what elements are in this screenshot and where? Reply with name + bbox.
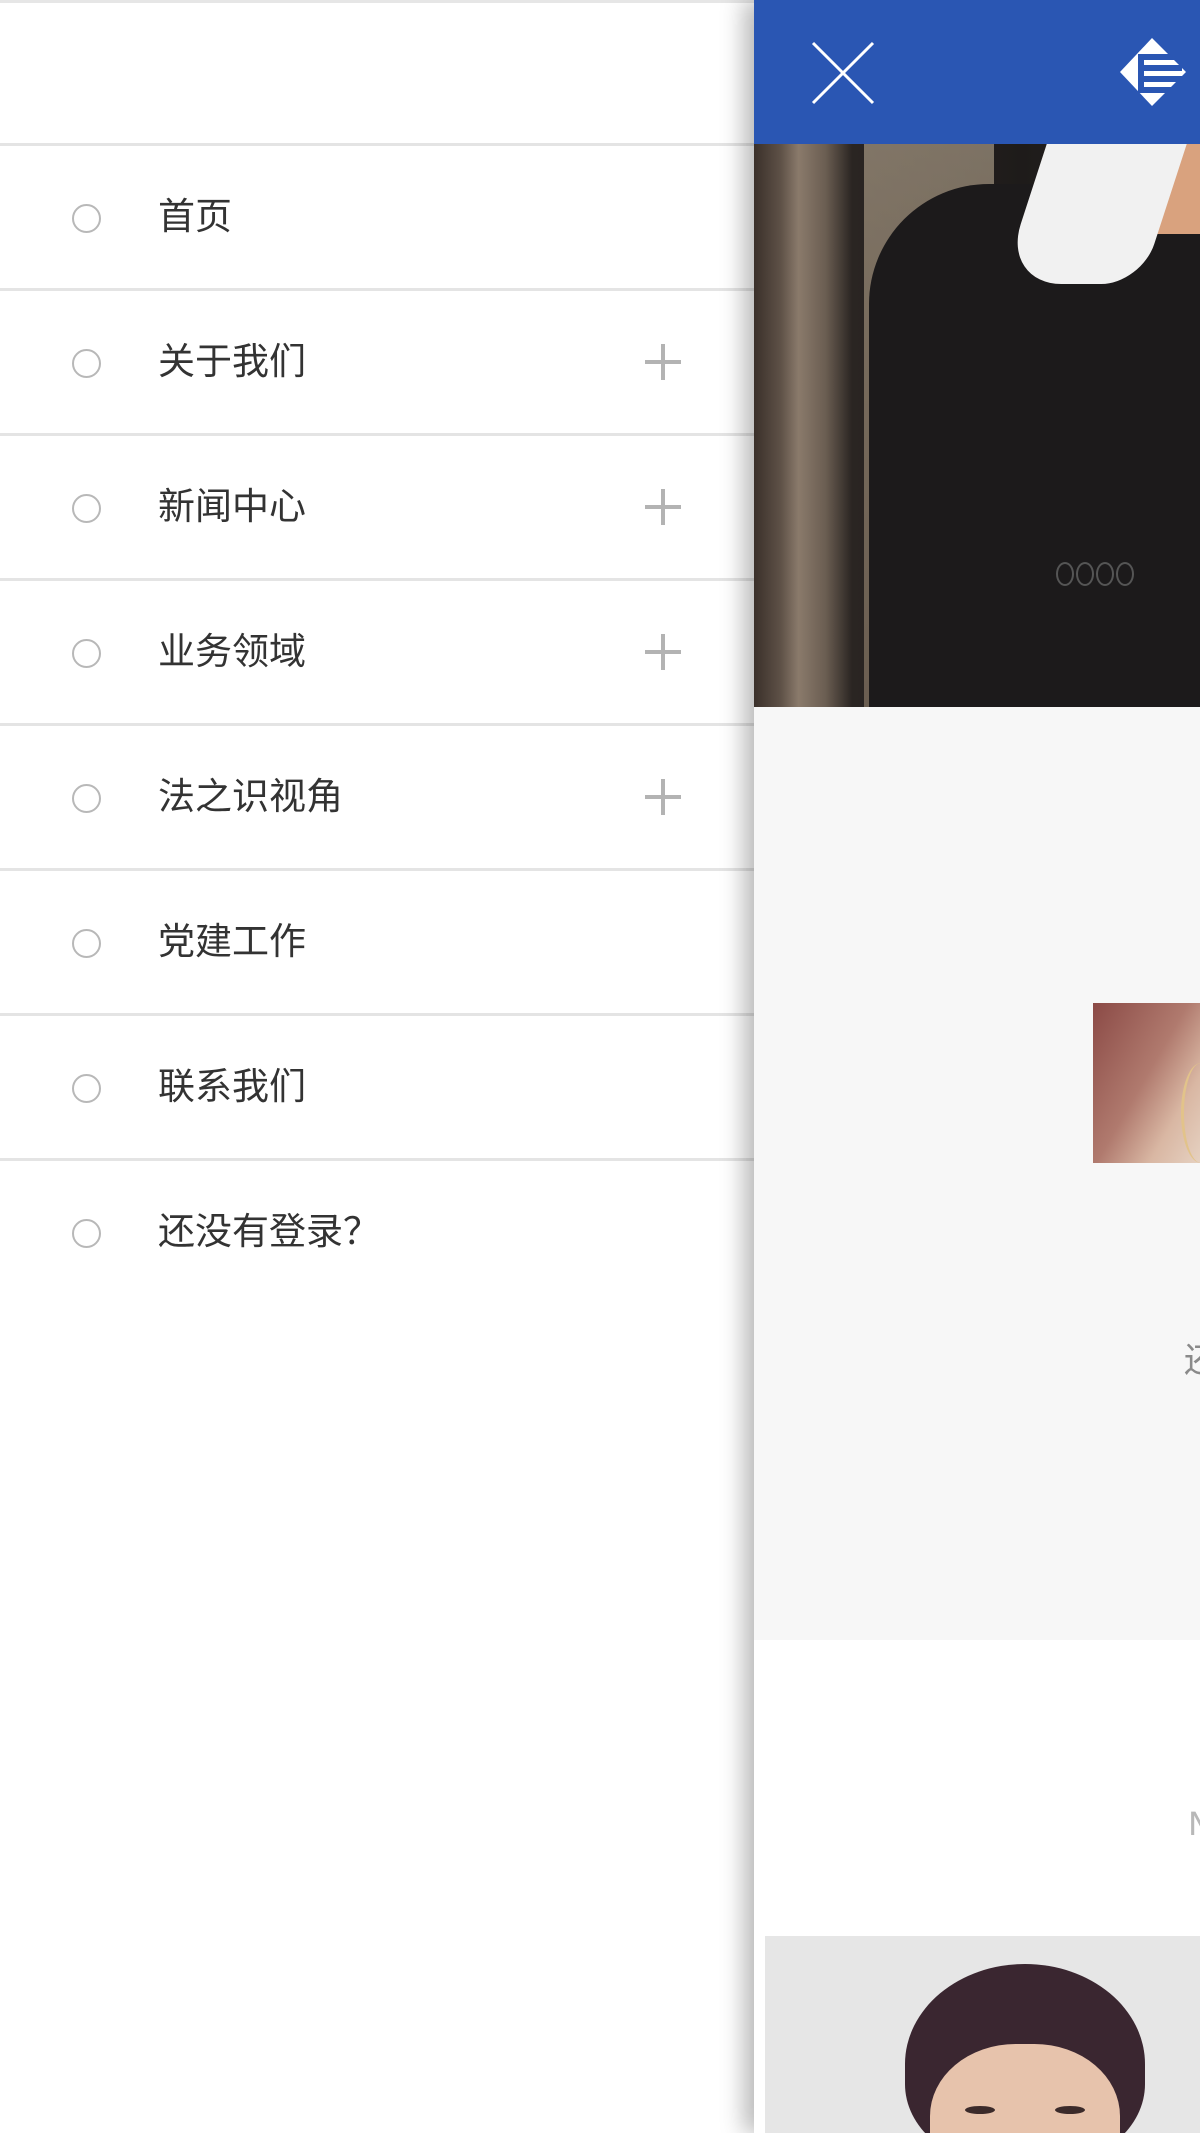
menu-item-label: 法之识视角 [158, 775, 343, 818]
circle-outline-icon [72, 494, 101, 523]
page-header [754, 0, 1200, 144]
sleeve-button [1076, 562, 1094, 586]
plus-icon[interactable] [645, 344, 681, 380]
menu-item-news[interactable]: 新闻中心 [0, 436, 754, 581]
circle-outline-icon [72, 1074, 101, 1103]
menu-item-home[interactable]: 首页 [0, 146, 754, 291]
main-page-overlay[interactable]: 还 N [754, 0, 1200, 2133]
menu-item-label: 联系我们 [158, 1065, 306, 1108]
sleeve-button [1056, 562, 1074, 586]
portrait-photo[interactable] [765, 1936, 1200, 2133]
circle-outline-icon [72, 929, 101, 958]
menu-item-party[interactable]: 党建工作 [0, 871, 754, 1016]
hero-banner-image [754, 144, 1200, 744]
menu-item-label: 还没有登录？ [158, 1210, 380, 1253]
section-subtitle-cropped: N [1188, 1805, 1200, 1843]
content-section-gray [754, 707, 1200, 1640]
portrait-eye-shape [965, 2106, 995, 2114]
menu-item-about[interactable]: 关于我们 [0, 291, 754, 436]
brand-logo-icon[interactable] [1112, 32, 1200, 112]
sleeve-button [1116, 562, 1134, 586]
circle-outline-icon [72, 204, 101, 233]
plus-icon[interactable] [645, 779, 681, 815]
menu-item-contact[interactable]: 联系我们 [0, 1016, 754, 1161]
section-text-cropped: 还 [1184, 1333, 1200, 1382]
menu-list: 首页 关于我们 新闻中心 业务领域 法之识视角 党建工作 联系我们 还没有登录？ [0, 146, 754, 1306]
menu-item-label: 关于我们 [158, 340, 306, 383]
menu-item-business[interactable]: 业务领域 [0, 581, 754, 726]
menu-item-label: 党建工作 [158, 920, 306, 963]
close-x-icon[interactable] [810, 40, 876, 106]
circle-outline-icon [72, 1219, 101, 1248]
menu-item-login[interactable]: 还没有登录？ [0, 1161, 754, 1306]
sleeve-button [1096, 562, 1114, 586]
circle-outline-icon [72, 784, 101, 813]
menu-item-perspective[interactable]: 法之识视角 [0, 726, 754, 871]
menu-item-label: 新闻中心 [158, 485, 306, 528]
thumbnail-image[interactable] [1093, 1003, 1200, 1163]
portrait-eye-shape [1055, 2106, 1085, 2114]
menu-item-label: 业务领域 [158, 630, 306, 673]
circle-outline-icon [72, 349, 101, 378]
plus-icon[interactable] [645, 489, 681, 525]
plus-icon[interactable] [645, 634, 681, 670]
side-menu-drawer: 首页 关于我们 新闻中心 业务领域 法之识视角 党建工作 联系我们 还没有登录？ [0, 0, 754, 2133]
circle-outline-icon [72, 639, 101, 668]
thumbnail-necklace-shape [1181, 1063, 1200, 1163]
hero-sleeve-buttons [1056, 556, 1146, 596]
drawer-header [0, 0, 754, 146]
menu-item-label: 首页 [158, 195, 232, 238]
